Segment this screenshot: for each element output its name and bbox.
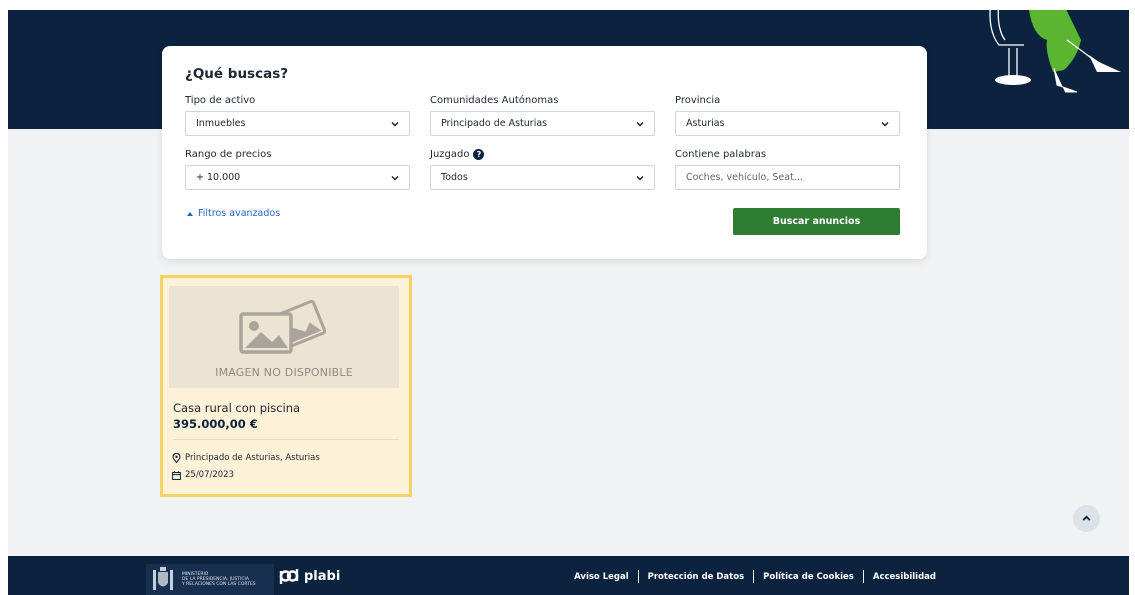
search-panel: ¿Qué buscas? Tipo de activo Inmuebles Co…: [162, 46, 927, 259]
court-label-row: Juzgado ?: [430, 148, 655, 160]
legal-notice-link[interactable]: Aviso Legal: [574, 572, 629, 582]
link-separator: [637, 570, 639, 583]
price-range-field: Rango de precios + 10.000: [185, 148, 410, 190]
asset-type-select[interactable]: Inmuebles: [185, 111, 410, 136]
site-footer: MINISTERIO DE LA PRESIDENCIA, JUSTICIA Y…: [8, 556, 1129, 595]
data-protection-link[interactable]: Protección de Datos: [648, 572, 745, 582]
ministry-name: MINISTERIO DE LA PRESIDENCIA, JUSTICIA Y…: [182, 572, 256, 587]
caret-up-icon: [187, 211, 193, 216]
card-divider: [173, 439, 399, 440]
result-card[interactable]: IMAGEN NO DISPONIBLE Casa rural con pisc…: [160, 275, 412, 497]
plabi-logo[interactable]: plabi: [278, 568, 340, 585]
price-range-label: Rango de precios: [185, 148, 272, 160]
spain-coat-of-arms-icon: [153, 566, 173, 590]
region-field: Comunidades Autónomas Principado de Astu…: [430, 94, 655, 136]
chevron-down-icon: [636, 121, 644, 127]
court-select[interactable]: Todos: [430, 165, 655, 190]
chevron-down-icon: [636, 175, 644, 181]
image-placeholder-icon: [239, 299, 327, 354]
advanced-filters-link[interactable]: Filtros avanzados: [187, 208, 280, 219]
left-border: [0, 0, 8, 595]
price-range-select[interactable]: + 10.000: [185, 165, 410, 190]
listing-title[interactable]: Casa rural con piscina: [173, 401, 300, 415]
calendar-icon: [172, 470, 181, 480]
court-value: Todos: [441, 172, 468, 183]
info-icon[interactable]: ?: [473, 148, 485, 160]
asset-type-field: Tipo de activo Inmuebles: [185, 94, 410, 136]
hero-illustration: [989, 10, 1121, 93]
link-separator: [753, 570, 755, 583]
plabi-wordmark: plabi: [304, 569, 341, 584]
ministry-logo[interactable]: MINISTERIO DE LA PRESIDENCIA, JUSTICIA Y…: [146, 564, 274, 595]
footer-links: Aviso Legal Protección de Datos Política…: [574, 570, 936, 583]
region-value: Principado de Asturias: [441, 118, 548, 129]
province-field: Provincia Asturias: [675, 94, 900, 136]
listing-location: Principado de Asturias, Asturias: [185, 453, 320, 463]
chevron-down-icon: [881, 121, 889, 127]
listing-price: 395.000,00 €: [173, 417, 258, 431]
scroll-to-top-button[interactable]: [1073, 505, 1100, 532]
listing-date-row: 25/07/2023: [172, 470, 234, 480]
asset-type-value: Inmuebles: [196, 118, 246, 129]
keywords-placeholder: Coches, vehículo, Seat...: [686, 172, 803, 183]
cookies-policy-link[interactable]: Política de Cookies: [763, 572, 854, 582]
court-field: Juzgado ? Todos: [430, 148, 655, 190]
chevron-up-icon: [1082, 515, 1091, 521]
asset-type-label: Tipo de activo: [185, 94, 256, 106]
accessibility-link[interactable]: Accesibilidad: [873, 572, 936, 582]
region-label: Comunidades Autónomas: [430, 94, 559, 106]
right-border: [1129, 0, 1135, 595]
link-separator: [862, 570, 864, 583]
province-label: Provincia: [675, 94, 721, 106]
listing-location-row: Principado de Asturias, Asturias: [172, 453, 320, 463]
image-unavailable-text: IMAGEN NO DISPONIBLE: [215, 366, 353, 379]
keywords-input[interactable]: Coches, vehículo, Seat...: [675, 165, 900, 190]
advanced-filters-label: Filtros avanzados: [198, 208, 281, 219]
region-select[interactable]: Principado de Asturias: [430, 111, 655, 136]
search-title: ¿Qué buscas?: [185, 66, 289, 82]
province-select[interactable]: Asturias: [675, 111, 900, 136]
plabi-mark-icon: [279, 569, 299, 584]
keywords-label: Contiene palabras: [675, 148, 767, 160]
court-label: Juzgado: [430, 148, 470, 160]
listing-date: 25/07/2023: [185, 470, 234, 480]
province-value: Asturias: [686, 118, 725, 129]
search-ads-button[interactable]: Buscar anuncios: [733, 208, 900, 235]
image-placeholder: IMAGEN NO DISPONIBLE: [169, 286, 399, 388]
top-border: [0, 0, 1135, 10]
price-range-value: + 10.000: [196, 172, 241, 183]
location-pin-icon: [172, 453, 181, 463]
chevron-down-icon: [391, 175, 399, 181]
keywords-field: Contiene palabras Coches, vehículo, Seat…: [675, 148, 900, 190]
chevron-down-icon: [391, 121, 399, 127]
